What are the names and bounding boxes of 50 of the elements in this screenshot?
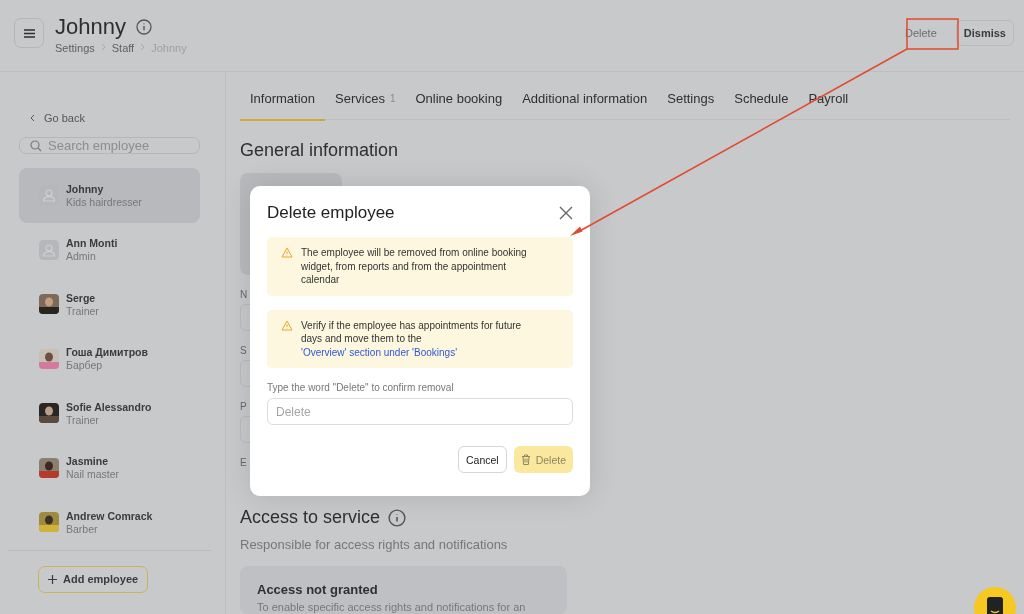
back-link[interactable]: Go back — [30, 112, 225, 124]
employee-item[interactable]: Jasmine Nail master — [19, 440, 200, 495]
tab[interactable]: Additional information — [512, 91, 658, 121]
warning-icon — [281, 247, 293, 258]
bookings-link[interactable]: 'Overview' section under 'Bookings' — [301, 346, 458, 358]
field-label: E — [240, 457, 247, 468]
search-field[interactable]: Search employee — [19, 137, 200, 154]
cancel-button[interactable]: Cancel — [457, 446, 507, 473]
chevron-icon — [30, 114, 35, 122]
dialog-title: Delete employee — [267, 203, 395, 223]
menu-icon — [23, 28, 35, 38]
tab[interactable]: Settings — [657, 91, 725, 121]
info-icon[interactable] — [388, 508, 407, 527]
employee-item[interactable]: Ann Monti Admin — [19, 222, 200, 277]
employee-item[interactable]: Andrew Comrack Barber — [19, 495, 200, 550]
breadcrumb-link[interactable]: Staff — [111, 41, 135, 54]
notice-text: The employee will be removed from online booking widget, from reports and from the appointment calendar — [301, 246, 528, 287]
person-icon — [39, 239, 59, 260]
tab[interactable]: Schedule — [724, 91, 799, 121]
page-title: Johnny — [55, 13, 126, 40]
section-subtitle: Responsible for access rights and notifications — [240, 537, 509, 552]
employee-item[interactable]: Sofie Alessandro Trainer — [19, 386, 200, 441]
field-label: S — [240, 345, 247, 356]
plus-icon — [48, 574, 57, 584]
add-employee-button[interactable]: Add employee — [38, 565, 149, 593]
tab[interactable]: Information — [240, 91, 326, 121]
section-title: General information — [240, 140, 400, 161]
employee-item[interactable]: Serge Trainer — [19, 277, 200, 332]
warning-icon — [281, 319, 293, 331]
chevron-icon — [100, 42, 106, 53]
employee-item[interactable]: Гоша Димитров Барбер — [19, 331, 200, 386]
confirm-field[interactable]: Delete — [267, 398, 573, 425]
notice-text: Verify if the employee has appointments for future days and move them to the 'Overview' section under 'Bookings' — [301, 318, 523, 359]
field-label: Type the word "Delete" to confirm removal — [267, 382, 455, 393]
close-button[interactable] — [559, 206, 573, 220]
chat-icon — [986, 597, 1004, 614]
employee-item[interactable]: Johnny Kids hairdresser — [19, 168, 200, 223]
field-label: P — [240, 401, 247, 412]
breadcrumb-link[interactable]: Settings — [55, 41, 95, 54]
info-icon[interactable] — [135, 18, 152, 35]
trash-icon — [520, 454, 531, 465]
section-title: Access to service — [240, 507, 381, 528]
menu-button[interactable] — [14, 18, 44, 48]
search-icon — [30, 139, 42, 152]
chevron-icon — [140, 42, 146, 53]
card-text: To enable specific access rights and notifications for an — [257, 601, 527, 613]
card-title: Access not granted — [257, 582, 379, 597]
field-label: N — [240, 289, 248, 300]
tab[interactable]: Online booking — [405, 91, 513, 121]
dismiss-button[interactable]: Dismiss — [955, 20, 1014, 46]
